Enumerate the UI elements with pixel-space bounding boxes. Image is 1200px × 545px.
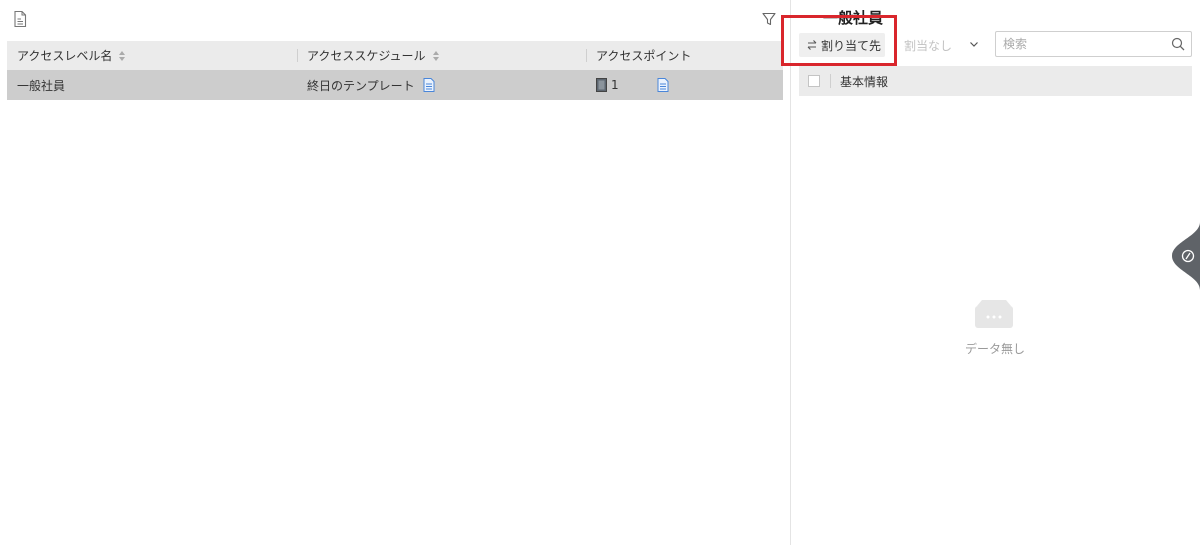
column-basic-info: 基本情報	[840, 74, 889, 89]
document-icon[interactable]	[657, 78, 669, 92]
unassign-button[interactable]: 割当なし	[904, 37, 952, 54]
assign-to-label: 割り当て先	[821, 38, 882, 53]
column-divider	[830, 74, 831, 88]
search-box[interactable]	[995, 31, 1192, 57]
access-point-cell: 1	[586, 70, 783, 100]
door-icon	[596, 78, 607, 92]
member-table-header: 基本情報	[799, 66, 1192, 96]
empty-box-icon	[975, 300, 1013, 328]
schedule-name: 終日のテンプレート	[307, 78, 415, 93]
export-icon[interactable]	[12, 10, 30, 28]
column-label: アクセスポイント	[596, 49, 692, 63]
table-row[interactable]: 一般社員 終日のテンプレート 1	[7, 70, 783, 100]
document-icon[interactable]	[423, 78, 435, 92]
access-point-count: 1	[611, 78, 619, 92]
panel-divider	[790, 0, 791, 545]
column-label: アクセススケジュール	[307, 49, 426, 63]
column-access-schedule[interactable]: アクセススケジュール	[297, 41, 586, 70]
chevron-down-icon[interactable]	[968, 38, 980, 50]
side-panel-toggle[interactable]	[1171, 222, 1200, 290]
table-header: アクセスレベル名 アクセススケジュール アクセスポイント	[7, 41, 783, 70]
filter-icon[interactable]	[761, 11, 777, 27]
sort-icon[interactable]	[119, 50, 126, 61]
search-input[interactable]	[1003, 36, 1163, 52]
assign-icon	[807, 40, 817, 50]
column-label: アクセスレベル名	[17, 49, 113, 63]
access-level-name: 一般社員	[17, 78, 66, 93]
column-access-level-name[interactable]: アクセスレベル名	[7, 41, 297, 70]
access-level-table: アクセスレベル名 アクセススケジュール アクセスポイント 一般社員 終日のテンプ…	[7, 41, 783, 100]
column-access-point: アクセスポイント	[586, 41, 783, 70]
panel-title: 一般社員	[823, 9, 884, 27]
sort-icon[interactable]	[432, 50, 439, 61]
select-all-checkbox[interactable]	[808, 75, 820, 87]
empty-state-text: データ無し	[964, 342, 1025, 356]
search-icon[interactable]	[1171, 37, 1185, 51]
access-schedule-cell: 終日のテンプレート	[297, 70, 586, 100]
assign-to-button[interactable]: 割り当て先	[799, 33, 885, 57]
access-level-name-cell: 一般社員	[7, 70, 297, 100]
